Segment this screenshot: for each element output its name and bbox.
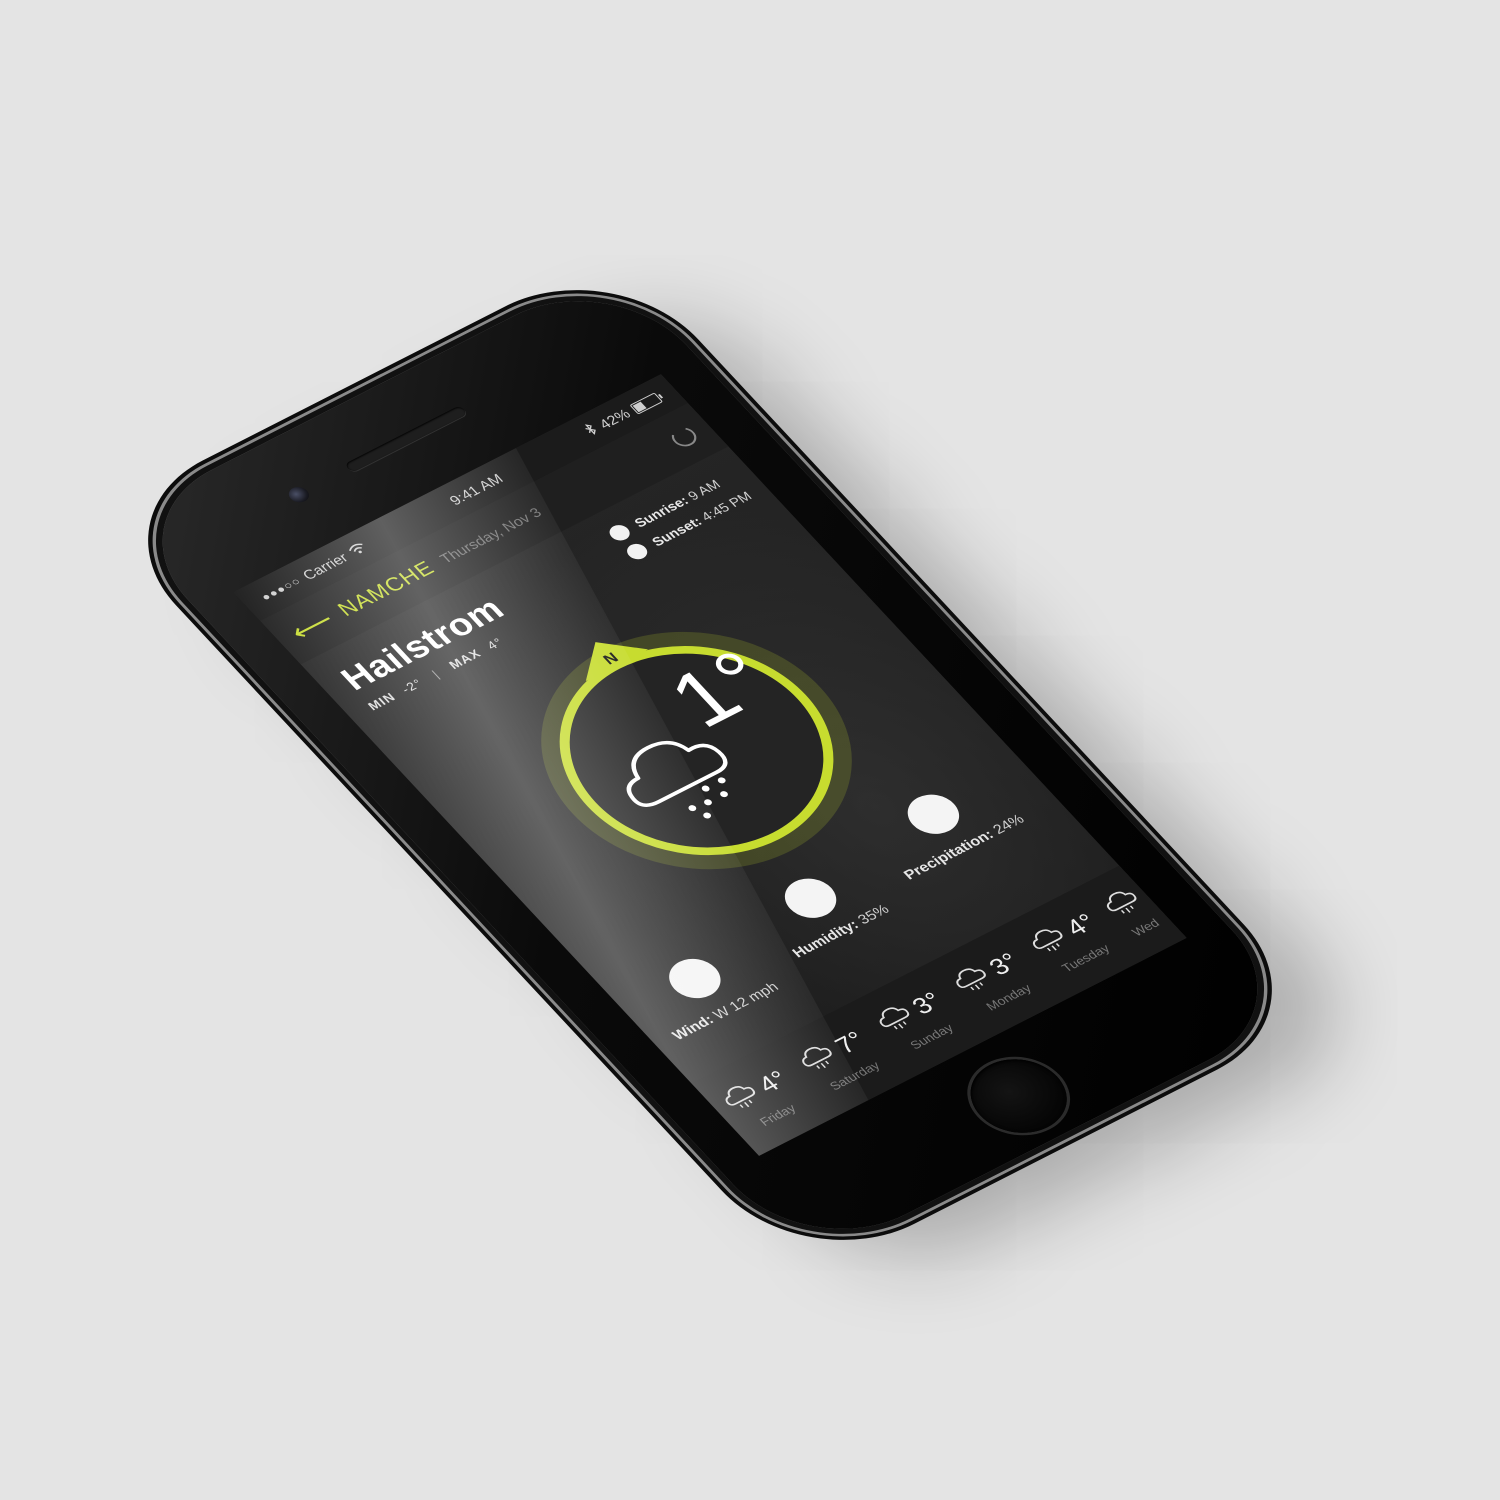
battery-percent: 42% xyxy=(595,406,634,433)
signal-dots-icon: ●●●○○ xyxy=(258,574,305,604)
battery-fill xyxy=(632,401,647,412)
battery-icon xyxy=(629,392,663,415)
home-button[interactable] xyxy=(951,1045,1086,1147)
front-camera xyxy=(284,484,313,506)
min-max-separator: | xyxy=(428,667,443,681)
mockup-stage: ●●●○○ Carrier 9:41 AM 42% ⟵ NAMCHE Thurs… xyxy=(0,0,1500,1500)
back-arrow-icon[interactable]: ⟵ xyxy=(284,606,341,647)
wifi-icon xyxy=(345,540,371,560)
bluetooth-icon xyxy=(581,422,602,440)
earpiece-speaker xyxy=(344,405,468,473)
refresh-icon[interactable] xyxy=(666,424,702,450)
phone-device: ●●●○○ Carrier 9:41 AM 42% ⟵ NAMCHE Thurs… xyxy=(113,265,1307,1265)
weather-app-screen: ●●●○○ Carrier 9:41 AM 42% ⟵ NAMCHE Thurs… xyxy=(233,374,1187,1156)
